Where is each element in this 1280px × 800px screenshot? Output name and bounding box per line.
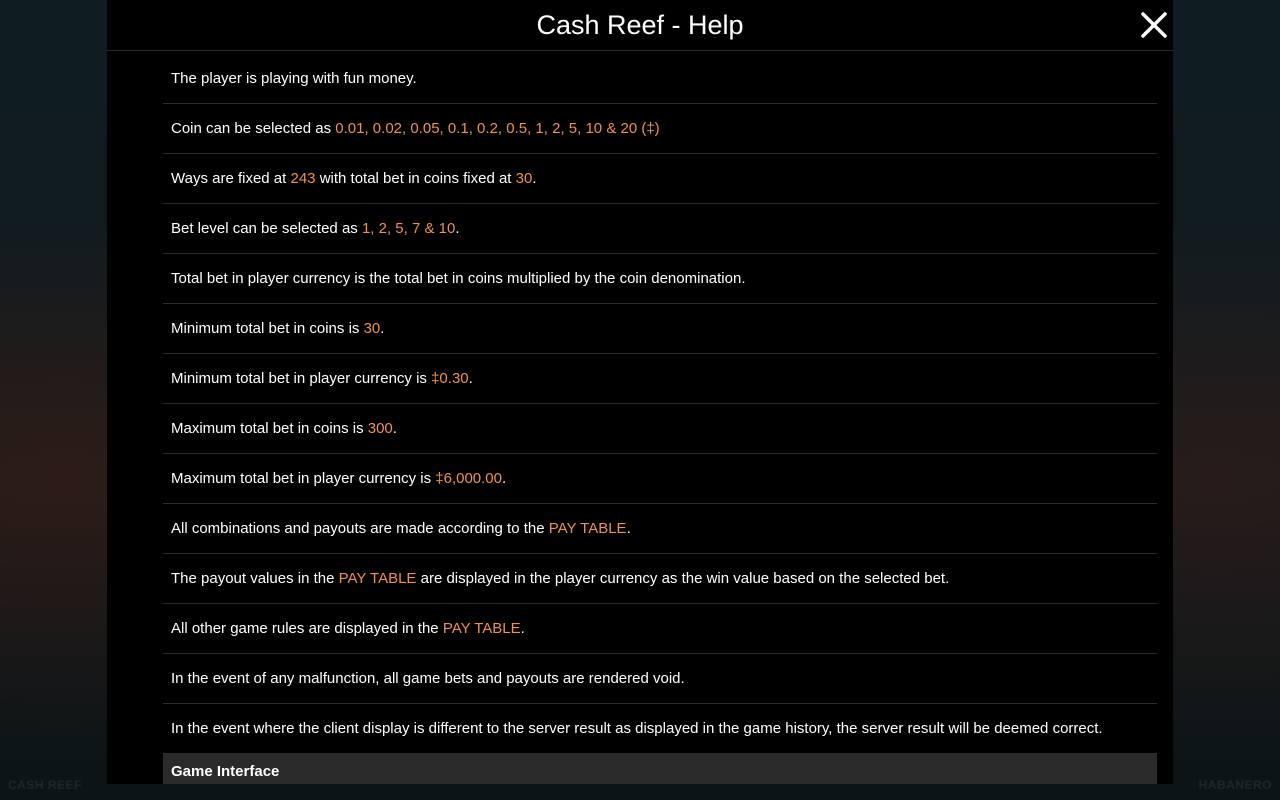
- rule-text: Ways are fixed at: [171, 170, 291, 187]
- rule-text: Minimum total bet in player currency is: [171, 370, 432, 387]
- rule-text: are displayed in the player currency as …: [416, 570, 950, 587]
- rule-text: In the event of any malfunction, all gam…: [171, 670, 685, 687]
- rule-item: The player is playing with fun money.: [163, 54, 1157, 104]
- section-header-game-interface: Game Interface: [163, 754, 1157, 784]
- rule-text: Maximum total bet in player currency is: [171, 470, 436, 487]
- rule-item: Minimum total bet in player currency is …: [163, 354, 1157, 404]
- rule-item: Maximum total bet in coins is 300.: [163, 404, 1157, 454]
- rule-text: All combinations and payouts are made ac…: [171, 520, 549, 537]
- rule-highlight: PAY TABLE: [338, 570, 417, 587]
- rule-text: The player is playing with fun money.: [171, 70, 417, 87]
- rule-text: .: [468, 370, 473, 387]
- rules-list: The player is playing with fun money. Coi…: [163, 54, 1157, 754]
- rule-text: Minimum total bet in coins is: [171, 320, 364, 337]
- rule-text: .: [626, 520, 631, 537]
- game-logo-left: CASH REEF: [8, 778, 82, 792]
- rule-item: Bet level can be selected as 1, 2, 5, 7 …: [163, 204, 1157, 254]
- rule-item: Ways are fixed at 243 with total bet in …: [163, 154, 1157, 204]
- rule-item: All combinations and payouts are made ac…: [163, 504, 1157, 554]
- rule-text: .: [520, 620, 525, 637]
- rule-item: Total bet in player currency is the tota…: [163, 254, 1157, 304]
- rule-highlight: 243: [290, 170, 316, 187]
- rule-highlight: PAY TABLE: [548, 520, 627, 537]
- rule-text: All other game rules are displayed in th…: [171, 620, 443, 637]
- rule-text: Maximum total bet in coins is: [171, 420, 368, 437]
- page-title: Cash Reef - Help: [536, 10, 744, 40]
- help-header: Cash Reef - Help: [107, 0, 1173, 51]
- rule-item: The payout values in the PAY TABLE are d…: [163, 554, 1157, 604]
- rule-highlight: 30: [363, 320, 381, 337]
- rule-text: with total bet in coins fixed at: [315, 170, 516, 187]
- provider-logo-right: HABANERO: [1198, 778, 1272, 792]
- rule-item: Coin can be selected as 0.01, 0.02, 0.05…: [163, 104, 1157, 154]
- help-panel: Cash Reef - Help The player is playing w…: [107, 0, 1173, 784]
- rule-highlight: 300: [367, 420, 393, 437]
- rule-highlight: ‡0.30: [431, 370, 469, 387]
- rule-item: In the event of any malfunction, all gam…: [163, 654, 1157, 704]
- rule-highlight: ‡6,000.00: [435, 470, 502, 487]
- rule-text: .: [380, 320, 385, 337]
- rule-item: Maximum total bet in player currency is …: [163, 454, 1157, 504]
- rule-highlight: 0.01, 0.02, 0.05, 0.1, 0.2, 0.5, 1, 2, 5…: [335, 120, 660, 137]
- rule-text: In the event where the client display is…: [171, 720, 1103, 737]
- rule-text: .: [455, 220, 460, 237]
- rule-text: Total bet in player currency is the tota…: [171, 270, 746, 287]
- rule-text: .: [502, 470, 507, 487]
- rule-text: The payout values in the: [171, 570, 339, 587]
- rule-item: In the event where the client display is…: [163, 704, 1157, 754]
- rule-item: Minimum total bet in coins is 30.: [163, 304, 1157, 354]
- rule-text: .: [392, 420, 397, 437]
- close-button[interactable]: [1139, 10, 1169, 40]
- close-icon: [1141, 12, 1167, 38]
- rule-highlight: 1, 2, 5, 7 & 10: [361, 220, 456, 237]
- rule-highlight: PAY TABLE: [442, 620, 521, 637]
- rule-highlight: 30: [515, 170, 533, 187]
- rule-text: Bet level can be selected as: [171, 220, 362, 237]
- rule-text: .: [532, 170, 537, 187]
- rule-text: Coin can be selected as: [171, 120, 336, 137]
- rule-item: All other game rules are displayed in th…: [163, 604, 1157, 654]
